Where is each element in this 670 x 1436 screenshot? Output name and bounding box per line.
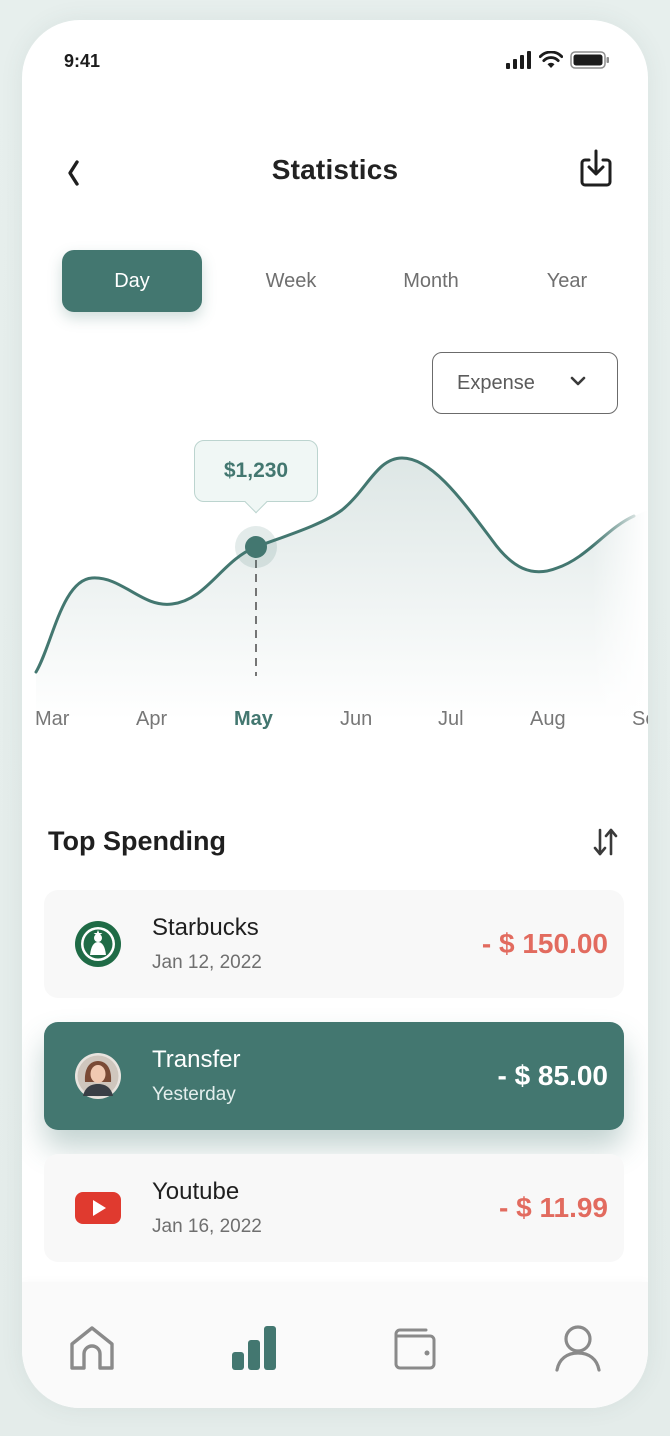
battery-icon (570, 51, 609, 69)
nav-statistics[interactable] (226, 1320, 282, 1376)
tab-day[interactable]: Day (62, 250, 202, 312)
transaction-name: Youtube (152, 1178, 240, 1205)
transaction-amount: - $ 150.00 (481, 928, 608, 959)
x-tick-jun: Jun (340, 708, 373, 730)
tab-year[interactable]: Year (497, 250, 637, 312)
status-icons (506, 50, 610, 70)
tab-week[interactable]: Week (221, 250, 361, 312)
nav-wallet[interactable] (388, 1320, 444, 1376)
chevron-down-icon (570, 376, 586, 386)
x-tick-apr: Apr (136, 708, 168, 730)
wifi-icon (539, 51, 563, 68)
transaction-amount: - $ 11.99 (499, 1192, 608, 1223)
youtube-logo-icon (75, 1192, 121, 1224)
transaction-youtube[interactable]: Youtube Jan 16, 2022 - $ 11.99 (44, 1154, 624, 1262)
transaction-starbucks[interactable]: Starbucks Jan 12, 2022 - $ 150.00 (44, 890, 624, 998)
sort-button[interactable] (590, 824, 622, 860)
transaction-name: Transfer (152, 1046, 241, 1073)
user-icon (555, 1325, 601, 1372)
transaction-transfer[interactable]: Transfer Yesterday - $ 85.00 (44, 1022, 624, 1130)
header: Statistics (22, 140, 648, 200)
transaction-amount: - $ 85.00 (497, 1060, 608, 1091)
period-tabs: Day Week Month Year (62, 250, 622, 312)
signal-icon (506, 51, 531, 69)
transaction-date: Yesterday (152, 1084, 236, 1105)
status-bar: 9:41 (22, 20, 648, 100)
download-button[interactable] (576, 148, 616, 188)
bottom-nav (22, 1282, 648, 1408)
status-time: 9:41 (64, 51, 101, 71)
tab-month[interactable]: Month (361, 250, 501, 312)
phone-screen: 9:41 Statistics Day Week Month Year Expe… (22, 20, 648, 1408)
x-tick-aug: Aug (530, 708, 566, 730)
starbucks-logo-icon (75, 921, 121, 967)
x-tick-mar: Mar (35, 708, 70, 730)
chart-icon (232, 1326, 276, 1370)
chart-tooltip-value: $1,230 (223, 459, 289, 482)
wallet-icon (394, 1328, 436, 1370)
section-title: Top Spending (48, 826, 226, 856)
transaction-name: Starbucks (152, 914, 259, 941)
page-title: Statistics (271, 154, 399, 185)
home-icon (70, 1326, 114, 1370)
transaction-date: Jan 12, 2022 (152, 952, 262, 973)
nav-home[interactable] (64, 1320, 120, 1376)
x-tick-may: May (234, 708, 273, 730)
chart-highlight-point[interactable] (245, 536, 267, 558)
expense-dropdown-value: Expense (457, 371, 535, 394)
sort-icon (593, 828, 618, 856)
avatar (75, 1053, 121, 1099)
expense-dropdown[interactable]: Expense (432, 352, 618, 414)
nav-profile[interactable] (550, 1320, 606, 1376)
download-icon (580, 149, 612, 187)
x-tick-jul: Jul (438, 708, 464, 730)
transaction-date: Jan 16, 2022 (152, 1216, 262, 1237)
x-tick-sep: Se (632, 708, 648, 730)
